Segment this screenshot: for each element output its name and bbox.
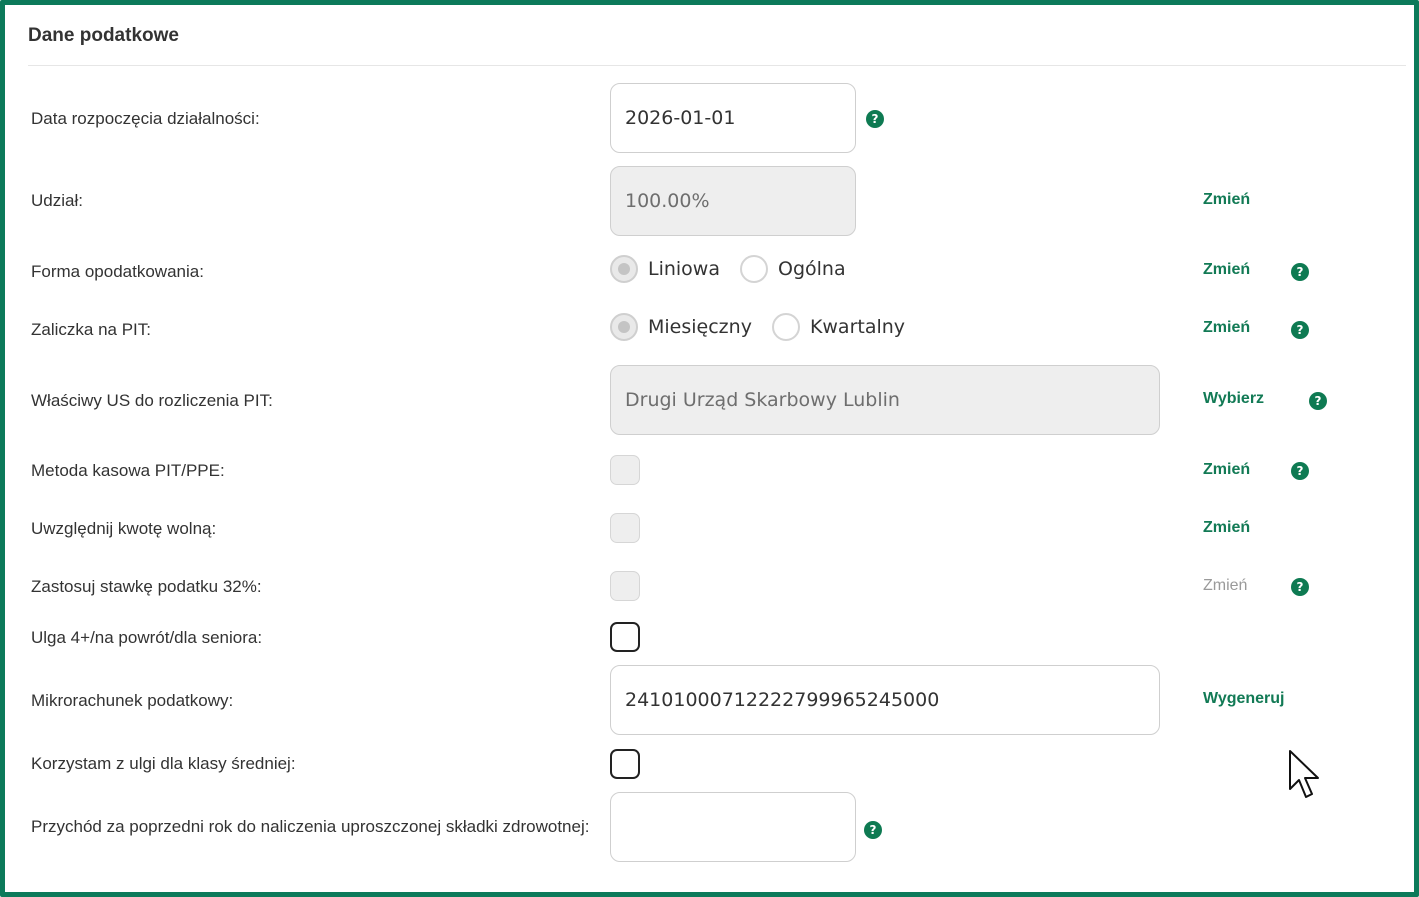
tax-form-label: Forma opodatkowania:: [31, 262, 204, 281]
tax-free-amount-change-link[interactable]: Zmień: [1203, 519, 1250, 537]
relief-4plus-label: Ulga 4+/na powrót/dla seniora:: [31, 628, 263, 647]
share-input: 100.00%: [610, 166, 856, 236]
micro-account-label: Mikrorachunek podatkowy:: [31, 691, 234, 710]
pit-advance-change-link[interactable]: Zmień: [1203, 319, 1250, 337]
tax-office-input: Drugi Urząd Skarbowy Lublin: [610, 365, 1160, 435]
rate-32-label: Zastosuj stawkę podatku 32%:: [31, 577, 262, 596]
rate-32-checkbox: [610, 571, 640, 601]
cash-method-change-link[interactable]: Zmień: [1203, 461, 1250, 479]
tax-form-change-link[interactable]: Zmień: [1203, 261, 1250, 279]
tax-office-select-link[interactable]: Wybierz: [1203, 390, 1264, 408]
mouse-pointer-icon: [1289, 750, 1319, 798]
title-divider: [28, 65, 1406, 66]
pit-advance-label: Zaliczka na PIT:: [31, 320, 151, 339]
tax-office-label: Właściwy US do rozliczenia PIT:: [31, 391, 273, 410]
pit-advance-option-monthly: Miesięczny: [648, 316, 752, 338]
pit-advance-radio-monthly[interactable]: [610, 313, 638, 341]
cash-method-label: Metoda kasowa PIT/PPE:: [31, 461, 225, 480]
rate-32-change-link: Zmień: [1203, 577, 1248, 594]
prev-revenue-input[interactable]: [610, 792, 856, 862]
tax-free-amount-label: Uwzględnij kwotę wolną:: [31, 519, 217, 538]
panel-title: Dane podatkowe: [28, 25, 179, 46]
share-change-link[interactable]: Zmień: [1203, 191, 1250, 209]
middle-class-label: Korzystam z ulgi dla klasy średniej:: [31, 754, 296, 773]
relief-4plus-checkbox[interactable]: [610, 622, 640, 652]
rate-32-help-icon[interactable]: ?: [1291, 578, 1309, 596]
tax-office-help-icon[interactable]: ?: [1309, 392, 1327, 410]
micro-account-input[interactable]: 24101000712222799965245000: [610, 665, 1160, 735]
prev-revenue-help-icon[interactable]: ?: [864, 821, 882, 839]
pit-advance-radio-group: Miesięczny Kwartalny: [610, 313, 925, 341]
cash-method-checkbox: [610, 455, 640, 485]
tax-free-amount-checkbox: [610, 513, 640, 543]
share-label: Udział:: [31, 191, 83, 210]
tax-form-radio-ogolna[interactable]: [740, 255, 768, 283]
pit-advance-option-quarterly: Kwartalny: [809, 316, 906, 338]
tax-form-radio-group: Liniowa Ogólna: [610, 255, 866, 283]
tax-form-help-icon[interactable]: ?: [1291, 263, 1309, 281]
pit-advance-radio-quarterly[interactable]: [771, 313, 800, 341]
prev-revenue-label: Przychód za poprzedni rok do naliczenia …: [31, 817, 590, 836]
start-date-label: Data rozpoczęcia działalności:: [31, 109, 260, 128]
pit-advance-help-icon[interactable]: ?: [1291, 321, 1309, 339]
tax-form-radio-liniowa[interactable]: [610, 255, 638, 283]
tax-form-option-ogolna: Ogólna: [778, 258, 846, 280]
cash-method-help-icon[interactable]: ?: [1291, 462, 1309, 480]
start-date-input[interactable]: 2026-01-01: [610, 83, 856, 153]
start-date-help-icon[interactable]: ?: [866, 110, 884, 128]
tax-form-option-liniowa: Liniowa: [648, 258, 720, 280]
middle-class-checkbox[interactable]: [610, 749, 640, 779]
micro-account-generate-link[interactable]: Wygeneruj: [1203, 690, 1285, 708]
